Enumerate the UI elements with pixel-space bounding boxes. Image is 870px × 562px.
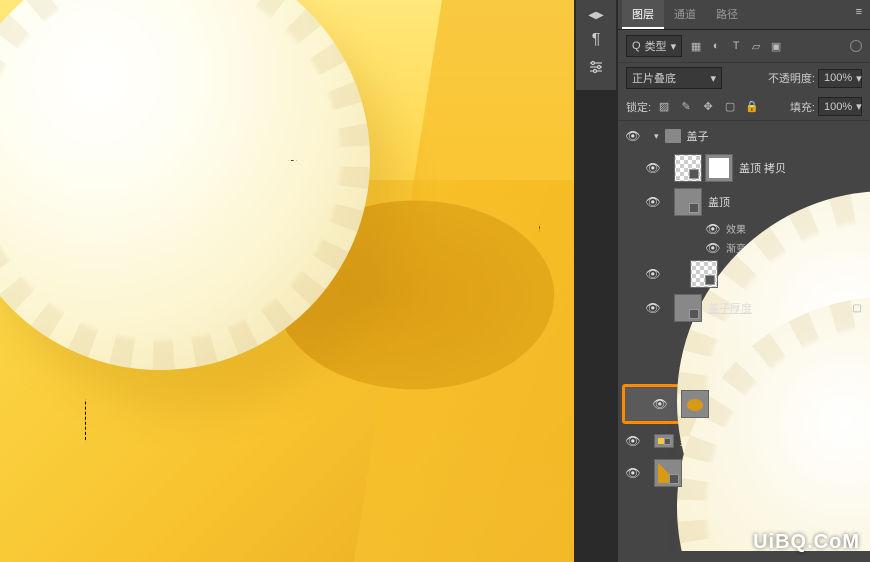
clipping-indicator-icon: ▢ <box>853 303 862 314</box>
panel-tabs: 图层 通道 路径 ≡ <box>618 0 870 30</box>
blend-mode-value: 正片叠底 <box>632 70 676 86</box>
layer-cap-thickness[interactable]: 👁 盖子厚度 ▢ <box>618 291 870 325</box>
lock-transparency-icon[interactable]: ▨ <box>655 98 673 116</box>
opacity-label: 不透明度: <box>768 70 815 86</box>
chevron-down-icon: ▾ <box>671 40 677 53</box>
visibility-toggle[interactable]: 👁 <box>638 301 668 315</box>
tab-paths[interactable]: 路径 <box>706 0 748 29</box>
canvas-viewport[interactable] <box>0 0 574 562</box>
layer-name: 盖顶 拷贝 <box>739 160 864 176</box>
paragraph-icon[interactable]: ¶ <box>592 31 601 49</box>
filter-adjust-icon[interactable]: ◐ <box>707 37 725 55</box>
filter-toggle-switch[interactable] <box>850 40 862 52</box>
opacity-value: 100% <box>824 72 852 84</box>
layers-panel: 图层 通道 路径 ≡ Q 类型 ▾ ▦ ◐ T ▱ ▣ 正片叠底 ▾ 不透明度:… <box>618 0 870 562</box>
visibility-toggle[interactable]: 👁 <box>618 129 648 143</box>
visibility-toggle[interactable]: 👁 <box>618 434 648 448</box>
filter-type-icon[interactable]: T <box>727 37 745 55</box>
panel-menu-icon[interactable]: ≡ <box>852 0 866 29</box>
visibility-toggle[interactable]: 👁 <box>638 161 668 175</box>
blend-opacity-row: 正片叠底 ▾ 不透明度: 100% ▾ <box>618 63 870 93</box>
layer-list: 👁 ▾ 盖子 👁 盖顶 拷贝 👁 盖顶 👁效果 👁渐变叠加 👁 瓶盖线 <box>618 121 870 551</box>
chevron-down-icon: ▾ <box>856 100 862 113</box>
sliders-icon[interactable] <box>588 59 604 80</box>
filter-type-dropdown[interactable]: Q 类型 ▾ <box>626 35 682 57</box>
layer-thumbnail[interactable] <box>674 154 702 182</box>
mask-thumbnail[interactable] <box>705 154 733 182</box>
visibility-toggle[interactable]: 👁 <box>638 267 668 281</box>
layer-thumbnail[interactable] <box>674 294 702 322</box>
right-tool-strip: ◀▶ ¶ <box>576 0 616 90</box>
layer-thumbnail[interactable] <box>654 434 674 448</box>
layer-group-cap[interactable]: 👁 ▾ 盖子 <box>618 121 870 151</box>
blend-mode-dropdown[interactable]: 正片叠底 ▾ <box>626 67 722 89</box>
chevron-down-icon[interactable]: ▾ <box>654 131 659 142</box>
layer-thumbnail[interactable] <box>690 260 718 288</box>
watermark-text: UiBQ.CoM <box>753 531 860 554</box>
layer-thumbnail[interactable] <box>654 459 682 487</box>
fill-value: 100% <box>824 101 852 113</box>
filter-smart-icon[interactable]: ▣ <box>767 37 785 55</box>
filter-pixel-icon[interactable]: ▦ <box>687 37 705 55</box>
layer-cap-top[interactable]: 👁 盖顶 <box>618 185 870 219</box>
tab-channels[interactable]: 通道 <box>664 0 706 29</box>
layer-thumbnail[interactable] <box>674 188 702 216</box>
fx-label: 效果 <box>726 221 746 236</box>
lock-brush-icon[interactable]: ✎ <box>677 98 695 116</box>
layer-thumbnail[interactable] <box>681 390 709 418</box>
layer-cap-top-copy[interactable]: 👁 盖顶 拷贝 <box>618 151 870 185</box>
lock-label: 锁定: <box>626 99 651 115</box>
chevron-down-icon: ▾ <box>710 72 716 85</box>
filter-icon-group: ▦ ◐ T ▱ ▣ <box>687 37 785 55</box>
fill-control[interactable]: 填充: 100% ▾ <box>790 97 862 116</box>
visibility-toggle[interactable]: 👁 <box>645 397 675 411</box>
visibility-toggle[interactable]: 👁 <box>638 195 668 209</box>
lock-all-icon[interactable]: 🔒 <box>743 98 761 116</box>
lock-artboard-icon[interactable]: ▢ <box>721 98 739 116</box>
visibility-toggle[interactable]: 👁 <box>618 466 648 480</box>
tab-layers[interactable]: 图层 <box>622 0 664 29</box>
folder-icon <box>665 129 681 143</box>
lock-position-icon[interactable]: ✥ <box>699 98 717 116</box>
filter-shape-icon[interactable]: ▱ <box>747 37 765 55</box>
opacity-control[interactable]: 不透明度: 100% ▾ <box>768 69 862 88</box>
chevron-down-icon: ▾ <box>856 72 862 85</box>
layer-filter-row: Q 类型 ▾ ▦ ◐ T ▱ ▣ <box>618 30 870 63</box>
search-icon: Q <box>632 40 641 52</box>
fill-label: 填充: <box>790 99 815 115</box>
filter-type-label: 类型 <box>645 38 667 54</box>
layer-name: 盖子 <box>687 128 864 144</box>
expand-icon[interactable]: ◀▶ <box>588 10 603 21</box>
lock-row: 锁定: ▨ ✎ ✥ ▢ 🔒 填充: 100% ▾ <box>618 93 870 121</box>
